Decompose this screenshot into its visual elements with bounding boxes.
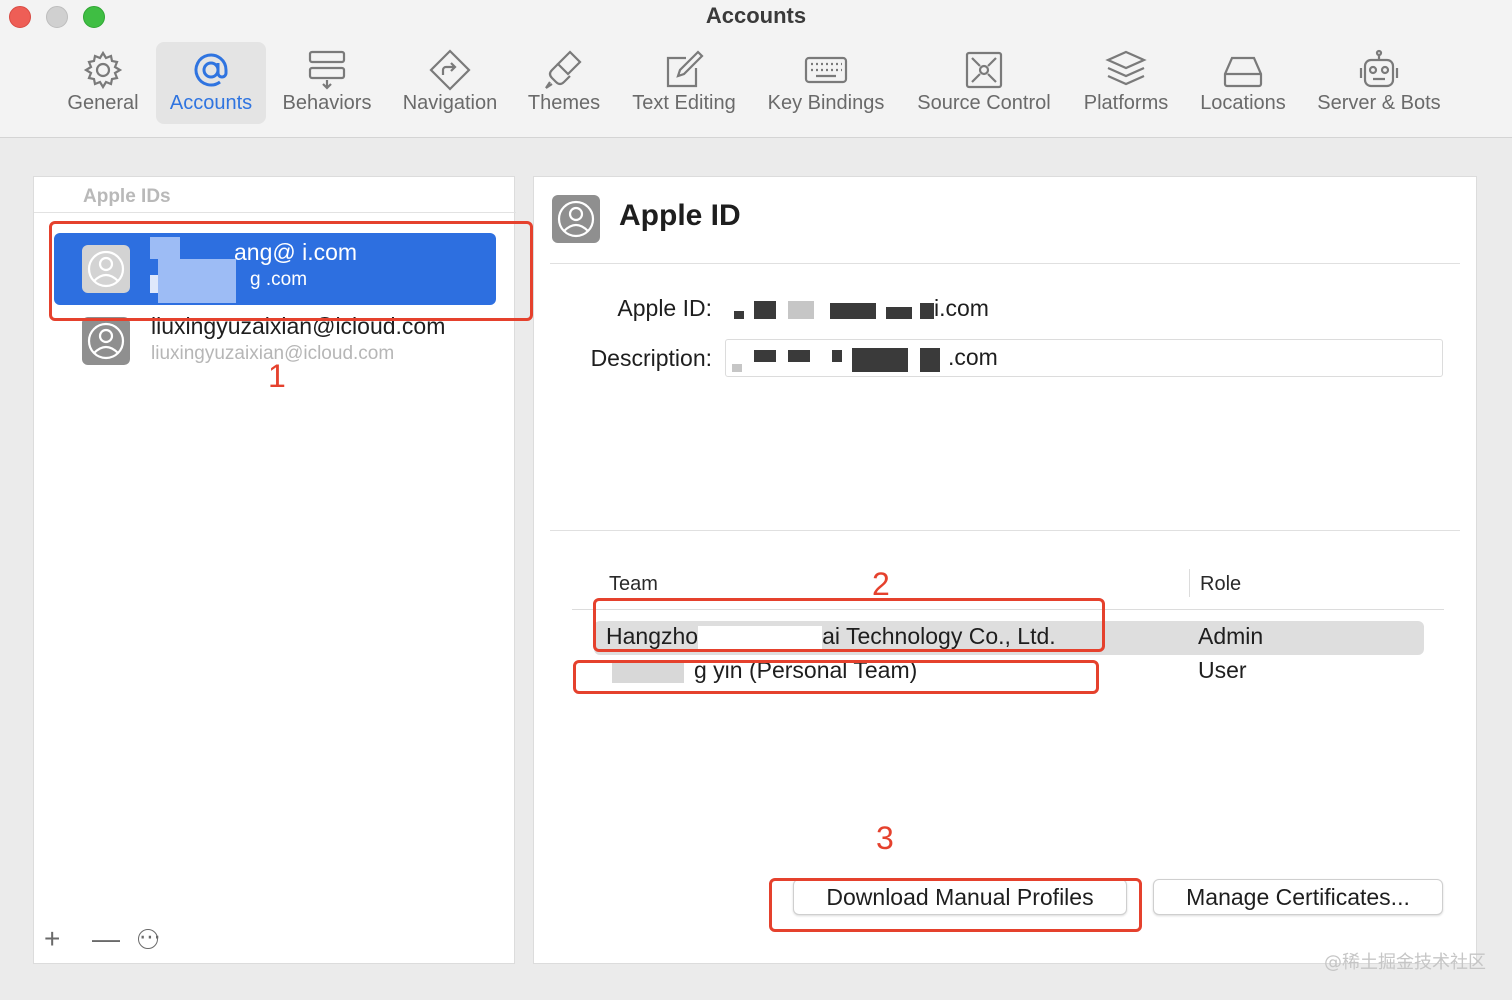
team-role: Admin [1198,623,1264,649]
drive-icon [1221,48,1265,92]
tab-server-bots-label: Server & Bots [1317,92,1441,114]
robot-icon [1357,48,1401,92]
tab-accounts-label: Accounts [169,92,253,114]
tab-source-control-label: Source Control [917,92,1051,114]
tab-text-editing[interactable]: Text Editing [622,42,746,124]
tab-navigation-label: Navigation [402,92,498,114]
tab-source-control[interactable]: Source Control [906,42,1062,124]
divider [34,212,516,213]
annotation-number-3: 3 [876,820,894,856]
tab-locations-label: Locations [1200,92,1286,114]
gear-icon [81,48,125,92]
annotation-box-3 [769,878,1142,932]
tab-platforms-label: Platforms [1083,92,1169,114]
layers-icon [1104,48,1148,92]
team-role: User [1198,657,1247,683]
description-field[interactable]: .com [725,339,1443,377]
keyboard-icon [804,48,848,92]
divider [550,530,1460,531]
annotation-box-2a [593,598,1105,652]
pencil-square-icon [662,48,706,92]
tab-key-bindings-label: Key Bindings [767,92,885,114]
add-account-button[interactable]: + [44,925,60,953]
tab-themes[interactable]: Themes [518,42,610,124]
tab-server-bots[interactable]: Server & Bots [1308,42,1450,124]
tab-general-label: General [67,92,139,114]
tab-accounts[interactable]: Accounts [156,42,266,124]
avatar-icon [552,195,600,243]
apple-ids-header: Apple IDs [83,186,171,207]
detail-title: Apple ID [619,199,741,232]
preferences-toolbar: Accounts General Accounts Behaviors Navi… [0,0,1512,138]
description-label: Description: [590,345,712,371]
navigation-icon [428,48,472,92]
manage-certificates-button[interactable]: Manage Certificates... [1153,879,1443,915]
tab-navigation[interactable]: Navigation [394,42,506,124]
remove-account-button[interactable]: — [92,925,120,953]
annotation-box-1 [49,221,533,321]
apple-id-label: Apple ID: [617,295,712,321]
divider [550,263,1460,264]
column-separator [1189,569,1190,597]
at-sign-icon [189,48,233,92]
role-column-header[interactable]: Role [1200,573,1241,596]
apple-id-detail-panel: Apple ID Apple ID: i.com Description: .c… [533,176,1477,964]
description-value: .com [948,344,998,370]
watermark: @稀土掘金技术社区 [1324,952,1486,973]
annotation-number-2: 2 [872,566,890,602]
annotation-number-1: 1 [268,358,286,394]
source-control-icon [962,48,1006,92]
tab-themes-label: Themes [527,92,601,114]
tab-behaviors[interactable]: Behaviors [276,42,378,124]
window-title: Accounts [705,3,807,28]
tab-text-editing-label: Text Editing [632,92,736,114]
behaviors-icon [305,48,349,92]
tab-locations[interactable]: Locations [1190,42,1296,124]
brush-icon [542,48,586,92]
team-column-header[interactable]: Team [609,573,658,596]
tab-platforms[interactable]: Platforms [1074,42,1178,124]
avatar-icon [82,317,130,365]
tab-general[interactable]: General [58,42,148,124]
apple-id-value: i.com [934,295,989,321]
tab-behaviors-label: Behaviors [282,92,372,114]
annotation-box-2b [573,660,1099,694]
more-options-button[interactable]: ⋯ [138,926,161,949]
accounts-list-toolbar: + — ⋯ [34,919,516,963]
tab-key-bindings[interactable]: Key Bindings [758,42,894,124]
